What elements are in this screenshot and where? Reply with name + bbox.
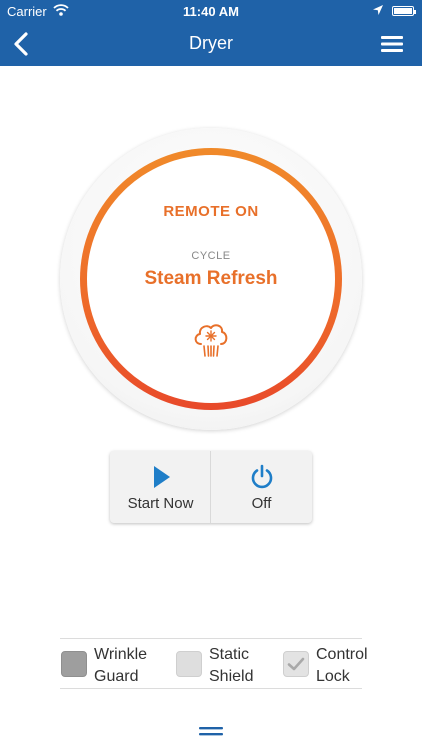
- wrinkle-guard-label-line2: Guard: [94, 668, 139, 685]
- action-button-group: Start Now Off: [110, 451, 312, 523]
- location-arrow-icon: [373, 5, 383, 15]
- control-lock-option[interactable]: Control Lock: [283, 642, 383, 686]
- off-label: Off: [251, 495, 272, 512]
- control-lock-checkbox[interactable]: [283, 651, 309, 677]
- play-icon: [154, 466, 170, 488]
- off-button[interactable]: Off: [211, 451, 312, 523]
- status-bar: Carrier 11:40 AM: [0, 0, 422, 22]
- cycle-name: Steam Refresh: [144, 268, 278, 289]
- battery-icon: [392, 6, 416, 16]
- options-bottom-divider: [60, 688, 362, 689]
- wrinkle-guard-label: Wrinkle Guard: [94, 644, 174, 688]
- wrinkle-guard-label-line1: Wrinkle: [94, 646, 148, 663]
- power-icon: [251, 464, 273, 489]
- static-shield-label-line1: Static: [209, 646, 250, 663]
- remote-status-label: REMOTE ON: [163, 203, 259, 220]
- control-lock-label: Control Lock: [316, 644, 396, 688]
- options-top-divider: [60, 638, 362, 639]
- control-lock-label-line1: Control: [316, 646, 368, 663]
- start-now-label: Start Now: [127, 495, 194, 512]
- wrinkle-guard-option[interactable]: Wrinkle Guard: [61, 642, 161, 686]
- page-title: Dryer: [189, 33, 233, 53]
- drawer-handle-icon[interactable]: [199, 725, 223, 737]
- nav-bar: Dryer: [0, 22, 422, 66]
- steam-refresh-icon: [194, 324, 228, 357]
- hamburger-menu-icon[interactable]: [378, 30, 406, 58]
- static-shield-checkbox[interactable]: [176, 651, 202, 677]
- static-shield-option[interactable]: Static Shield: [176, 642, 276, 686]
- start-now-button[interactable]: Start Now: [110, 451, 211, 523]
- static-shield-label: Static Shield: [209, 644, 289, 688]
- cycle-caption: CYCLE: [191, 250, 231, 262]
- checkmark-icon: [287, 657, 305, 671]
- control-lock-label-line2: Lock: [316, 668, 350, 685]
- wrinkle-guard-checkbox[interactable]: [61, 651, 87, 677]
- static-shield-label-line2: Shield: [209, 668, 254, 685]
- status-time: 11:40 AM: [183, 4, 239, 19]
